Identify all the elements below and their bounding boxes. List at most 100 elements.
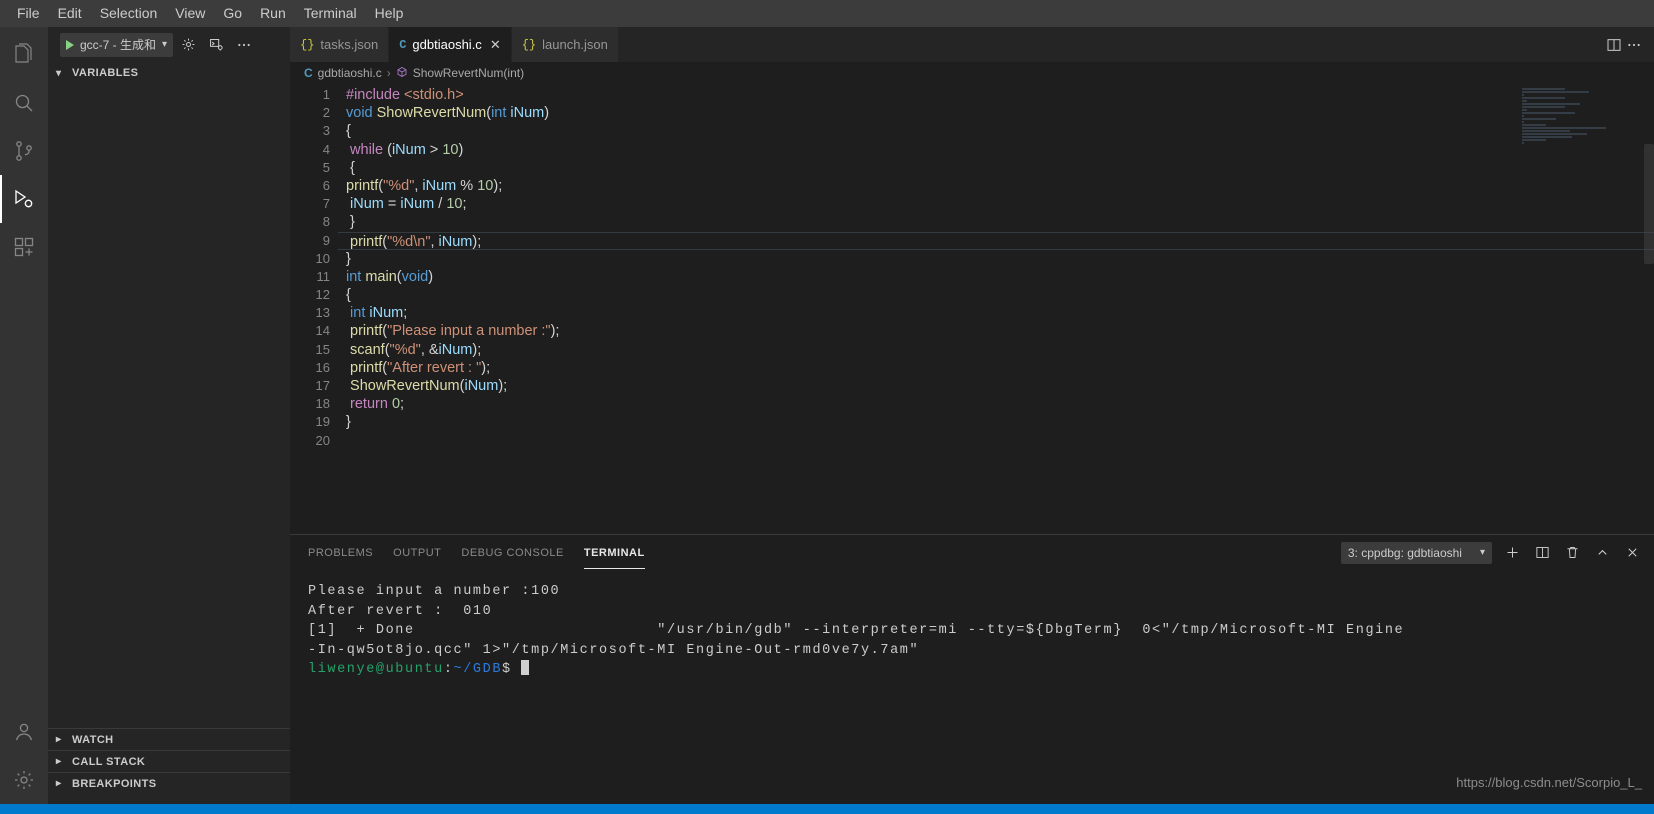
sidebar-section-variables[interactable]: ▾ VARIABLES (48, 62, 290, 84)
close-icon[interactable]: ✕ (490, 37, 501, 53)
tab-gdbtiaoshi-c[interactable]: C gdbtiaoshi.c ✕ (389, 27, 512, 62)
play-icon[interactable] (66, 39, 74, 50)
split-editor-icon[interactable] (1606, 37, 1622, 53)
debug-settings-gear-icon[interactable] (175, 32, 201, 58)
code-token: 10 (477, 177, 494, 194)
minimap-line (1522, 124, 1546, 126)
maximize-panel-icon[interactable] (1592, 543, 1612, 563)
code-line[interactable]: } (338, 413, 1654, 431)
search-icon[interactable] (0, 79, 48, 127)
line-number: 20 (315, 432, 330, 448)
gear-icon[interactable] (0, 756, 48, 804)
tab-debug-console[interactable]: DEBUG CONSOLE (461, 544, 563, 562)
breadcrumb-symbol[interactable]: ShowRevertNum(int) (413, 66, 524, 80)
ellipsis-icon[interactable] (231, 32, 257, 58)
code-editor[interactable]: 1 2 3 4 5 6 7 8 9 10 11 12 13 14 15 16 17 18 19 20 #include… (290, 84, 1654, 534)
code-line[interactable]: #include <stdio.h> (338, 86, 1654, 104)
code-line[interactable]: int main(void) (338, 268, 1654, 286)
close-panel-icon[interactable] (1622, 543, 1642, 563)
tab-launch-json[interactable]: {} launch.json (511, 27, 619, 62)
code-content[interactable]: #include <stdio.h> void ShowRevertNum(int… (338, 86, 1654, 450)
minimap-line (1522, 115, 1525, 117)
code-line[interactable]: printf("%d", iNum % 10); (338, 177, 1654, 195)
code-line[interactable]: } (338, 250, 1654, 268)
source-control-icon[interactable] (0, 127, 48, 175)
minimap-line (1522, 88, 1566, 90)
code-token: ; (400, 396, 405, 413)
code-line[interactable]: printf("Please input a number :"); (338, 322, 1654, 340)
code-token: / (434, 196, 447, 213)
line-number: 11 (316, 268, 331, 284)
code-line[interactable]: void ShowRevertNum(int iNum) (338, 104, 1654, 122)
account-icon[interactable] (0, 708, 48, 756)
line-number: 7 (322, 196, 330, 212)
menu-item-view[interactable]: View (166, 2, 214, 24)
code-line[interactable]: printf("After revert : "); (338, 359, 1654, 377)
code-line[interactable]: } (338, 213, 1654, 231)
code-line[interactable]: { (338, 159, 1654, 177)
menu-item-run[interactable]: Run (251, 2, 295, 24)
menu-item-go[interactable]: Go (214, 2, 251, 24)
sidebar-section-call-stack[interactable]: ▸ CALL STACK (48, 750, 290, 772)
tab-tasks-json[interactable]: {} tasks.json (290, 27, 390, 62)
variables-list[interactable] (48, 84, 290, 728)
code-line[interactable]: ShowRevertNum(iNum); (338, 377, 1654, 395)
code-token: printf (346, 177, 379, 194)
code-token: iNum (510, 105, 545, 122)
breadcrumb-file[interactable]: gdbtiaoshi.c (318, 66, 382, 80)
split-terminal-icon[interactable] (1532, 543, 1552, 563)
code-token: iNum (438, 233, 473, 250)
code-token: #include (346, 87, 405, 103)
code-token: <stdio.h> (404, 87, 464, 103)
tab-problems[interactable]: PROBLEMS (308, 544, 373, 562)
terminal-output[interactable]: Please input a number :100 After revert :… (290, 570, 1654, 804)
code-token: 10 (446, 196, 463, 213)
chevron-down-icon[interactable]: ▾ (1480, 547, 1485, 558)
code-line[interactable]: int iNum; (338, 304, 1654, 322)
code-token: iNum (369, 305, 404, 322)
debug-toolbar: gcc-7 - 生成和 ▾ (48, 27, 290, 62)
editor-scrollbar[interactable] (1644, 144, 1654, 264)
code-token: "%d" (389, 341, 421, 358)
code-line[interactable]: { (338, 122, 1654, 140)
code-line[interactable]: printf("%d\n", iNum); (338, 231, 1654, 250)
code-line[interactable]: while (iNum > 10) (338, 141, 1654, 159)
more-actions-ellipsis-icon[interactable] (1626, 37, 1642, 53)
sidebar-section-label: CALL STACK (72, 755, 146, 768)
menu-item-terminal[interactable]: Terminal (295, 2, 366, 24)
menu-item-selection[interactable]: Selection (91, 2, 167, 24)
open-debug-console-icon[interactable] (203, 32, 229, 58)
code-line[interactable]: return 0; (338, 395, 1654, 413)
code-line[interactable] (338, 432, 1654, 450)
run-debug-icon[interactable] (0, 175, 48, 223)
line-number: 17 (315, 378, 330, 393)
chevron-down-icon[interactable]: ▾ (162, 39, 167, 50)
terminal-text: Please input a number :100 (308, 584, 561, 599)
code-line[interactable]: iNum = iNum / 10; (338, 195, 1654, 213)
sidebar-section-watch[interactable]: ▸ WATCH (48, 728, 290, 750)
code-token: "%d\n" (387, 233, 431, 250)
top-strip: gcc-7 - 生成和 ▾ {} tasks.json C gdbtiaoshi… (48, 27, 1654, 62)
kill-terminal-icon[interactable] (1562, 543, 1582, 563)
code-token: iNum (438, 341, 473, 358)
code-token: { (346, 159, 355, 176)
tab-terminal[interactable]: TERMINAL (583, 544, 645, 569)
minimap-line (1522, 100, 1527, 102)
code-token: = (383, 196, 401, 213)
terminal-cursor (521, 660, 530, 675)
code-line[interactable]: { (338, 286, 1654, 304)
launch-configuration-select[interactable]: gcc-7 - 生成和 ▾ (60, 32, 174, 57)
extensions-icon[interactable] (0, 223, 48, 271)
sidebar-section-breakpoints[interactable]: ▸ BREAKPOINTS (48, 772, 290, 794)
minimap[interactable] (1522, 88, 1640, 148)
minimap-line (1522, 106, 1566, 108)
terminal-selector[interactable]: 3: cppdbg: gdbtiaoshi ▾ (1340, 541, 1492, 564)
menu-item-help[interactable]: Help (366, 2, 413, 24)
line-number: 5 (322, 159, 330, 175)
new-terminal-icon[interactable] (1502, 543, 1522, 563)
menu-item-edit[interactable]: Edit (49, 2, 91, 24)
files-icon[interactable] (0, 31, 48, 79)
code-line[interactable]: scanf("%d", &iNum); (338, 341, 1654, 359)
menu-item-file[interactable]: File (8, 2, 49, 24)
tab-output[interactable]: OUTPUT (393, 544, 441, 562)
